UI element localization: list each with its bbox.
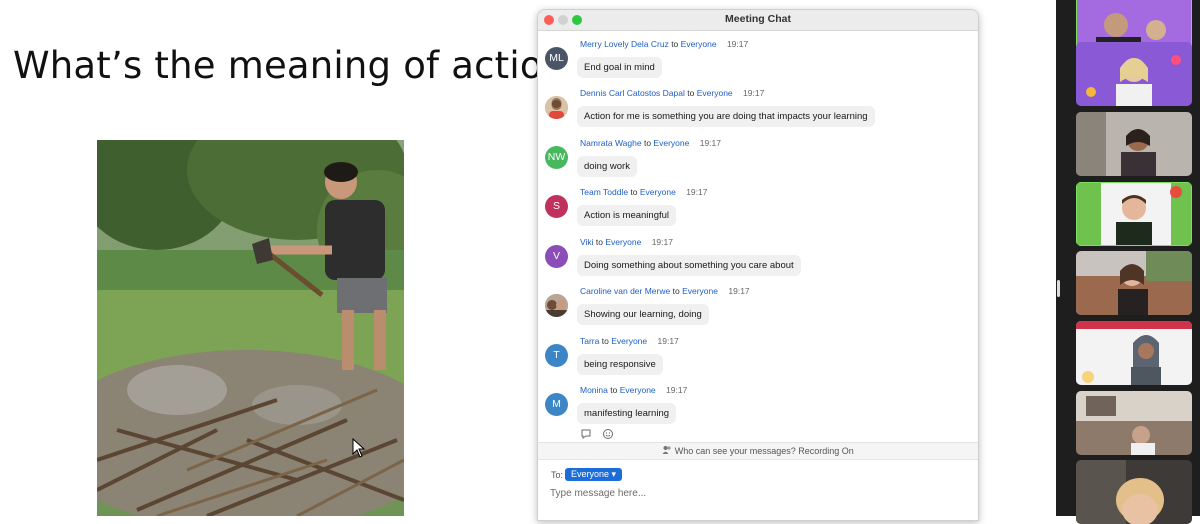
window-title: Meeting Chat xyxy=(725,13,791,25)
participant-video-tile[interactable] xyxy=(1076,182,1192,246)
chat-message: S Team Toddle to Everyone 19:17 Action i… xyxy=(538,179,978,228)
avatar: M xyxy=(545,393,568,416)
message-time: 19:17 xyxy=(728,286,750,296)
message-time: 19:17 xyxy=(726,39,749,49)
chat-message: M Monina to Everyone 19:17 manifesting l… xyxy=(538,377,978,426)
to-word: to xyxy=(595,237,604,247)
meeting-chat-window: Meeting Chat ML Merry Lovely Dela Cruz t… xyxy=(537,9,979,521)
participant-video-tile[interactable] xyxy=(1076,251,1192,315)
avatar: T xyxy=(545,344,568,367)
message-bubble[interactable]: being responsive xyxy=(577,354,663,375)
message-time: 19:17 xyxy=(666,385,688,395)
sender-name[interactable]: Tarra xyxy=(580,336,599,346)
recipient-name: Everyone xyxy=(605,237,642,247)
message-bubble[interactable]: Doing something about something you care… xyxy=(577,255,801,276)
to-word: to xyxy=(610,385,618,395)
recipient-name: Everyone xyxy=(682,286,718,296)
message-time: 19:17 xyxy=(699,138,721,148)
message-bubble[interactable]: Action is meaningful xyxy=(577,205,677,226)
message-bubble[interactable]: End goal in mind xyxy=(577,57,662,78)
participant-video-tile[interactable] xyxy=(1076,321,1192,385)
recipient-name: Everyone xyxy=(680,39,717,49)
avatar: ML xyxy=(545,47,568,70)
chat-message: ML Merry Lovely Dela Cruz to Everyone 19… xyxy=(538,31,978,80)
message-time: 19:17 xyxy=(651,237,673,247)
resize-handle[interactable] xyxy=(1057,280,1060,297)
chat-message: T Tarra to Everyone 19:17 being responsi… xyxy=(538,328,978,377)
message-header: Team Toddle to Everyone 19:17 xyxy=(580,187,707,197)
avatar xyxy=(545,96,568,119)
recipient-dropdown[interactable]: Everyone ▾ xyxy=(565,468,623,481)
message-header: Monina to Everyone 19:17 xyxy=(580,385,687,395)
message-header: Merry Lovely Dela Cruz to Everyone 19:17 xyxy=(580,39,748,49)
recipient-name: Everyone xyxy=(653,138,690,148)
chat-message: Caroline van der Merwe to Everyone 19:17… xyxy=(538,278,978,327)
to-word: to xyxy=(671,39,679,49)
participant-video-tile[interactable] xyxy=(1076,391,1192,455)
sender-name[interactable]: Team Toddle xyxy=(580,187,628,197)
message-header: Namrata Waghe to Everyone 19:17 xyxy=(580,138,721,148)
notice-text: Who can see your messages? Recording On xyxy=(674,446,854,456)
user-photo-icon xyxy=(545,96,568,119)
message-bubble[interactable]: manifesting learning xyxy=(577,403,677,424)
to-label: To: xyxy=(551,470,564,480)
sender-name[interactable]: Dennis Carl Catostos Dapal xyxy=(580,88,685,98)
sender-name[interactable]: Monina xyxy=(580,385,608,395)
window-titlebar: Meeting Chat xyxy=(538,10,978,31)
sender-name[interactable]: Caroline van der Merwe xyxy=(580,286,670,296)
to-word: to xyxy=(630,187,638,197)
user-photo-icon xyxy=(545,294,568,317)
recipient-name: Everyone xyxy=(611,336,648,346)
to-word: to xyxy=(643,138,652,148)
message-time: 19:17 xyxy=(686,187,708,197)
viewers-icon xyxy=(662,446,675,456)
chat-message: NW Namrata Waghe to Everyone 19:17 doing… xyxy=(538,130,978,179)
message-bubble[interactable]: Showing our learning, doing xyxy=(577,304,709,325)
to-word: to xyxy=(672,286,680,296)
recipient-name: Everyone xyxy=(639,187,676,197)
recipient-name: Everyone xyxy=(696,88,733,98)
avatar: V xyxy=(545,245,568,268)
sender-name[interactable]: Merry Lovely Dela Cruz xyxy=(580,39,669,49)
sender-name[interactable]: Namrata Waghe xyxy=(580,138,642,148)
chat-message: V Viki to Everyone 19:17 Doing something… xyxy=(538,229,978,278)
mouse-cursor-icon xyxy=(352,437,366,463)
chat-message-list[interactable]: ML Merry Lovely Dela Cruz to Everyone 19… xyxy=(538,31,978,441)
chat-message: Dennis Carl Catostos Dapal to Everyone 1… xyxy=(538,80,978,129)
avatar xyxy=(545,294,568,317)
recipient-name: Everyone xyxy=(619,385,656,395)
message-header: Caroline van der Merwe to Everyone 19:17 xyxy=(580,286,750,296)
emoji-reaction-icon[interactable] xyxy=(602,428,614,440)
recording-notice[interactable]: Who can see your messages? Recording On xyxy=(538,442,978,459)
avatar: S xyxy=(545,195,568,218)
participant-video-tile[interactable] xyxy=(1076,460,1192,524)
message-input[interactable] xyxy=(548,487,952,500)
to-word: to xyxy=(601,336,609,346)
message-time: 19:17 xyxy=(657,336,679,346)
sender-name[interactable]: Viki xyxy=(580,237,594,247)
message-header: Dennis Carl Catostos Dapal to Everyone 1… xyxy=(580,88,764,98)
reply-icon[interactable] xyxy=(580,428,592,440)
slide-title: What’s the meaning of action? xyxy=(13,44,587,87)
message-header: Viki to Everyone 19:17 xyxy=(580,237,673,247)
participant-video-tile[interactable] xyxy=(1076,42,1192,106)
message-composer: To: Everyone ▾ xyxy=(538,459,978,520)
message-header: Tarra to Everyone 19:17 xyxy=(580,336,679,346)
message-bubble[interactable]: doing work xyxy=(577,156,637,177)
participant-video-tile[interactable] xyxy=(1076,112,1192,176)
message-time: 19:17 xyxy=(743,88,765,98)
message-bubble[interactable]: Action for me is something you are doing… xyxy=(577,106,875,127)
avatar: NW xyxy=(545,146,568,169)
to-word: to xyxy=(687,88,695,98)
